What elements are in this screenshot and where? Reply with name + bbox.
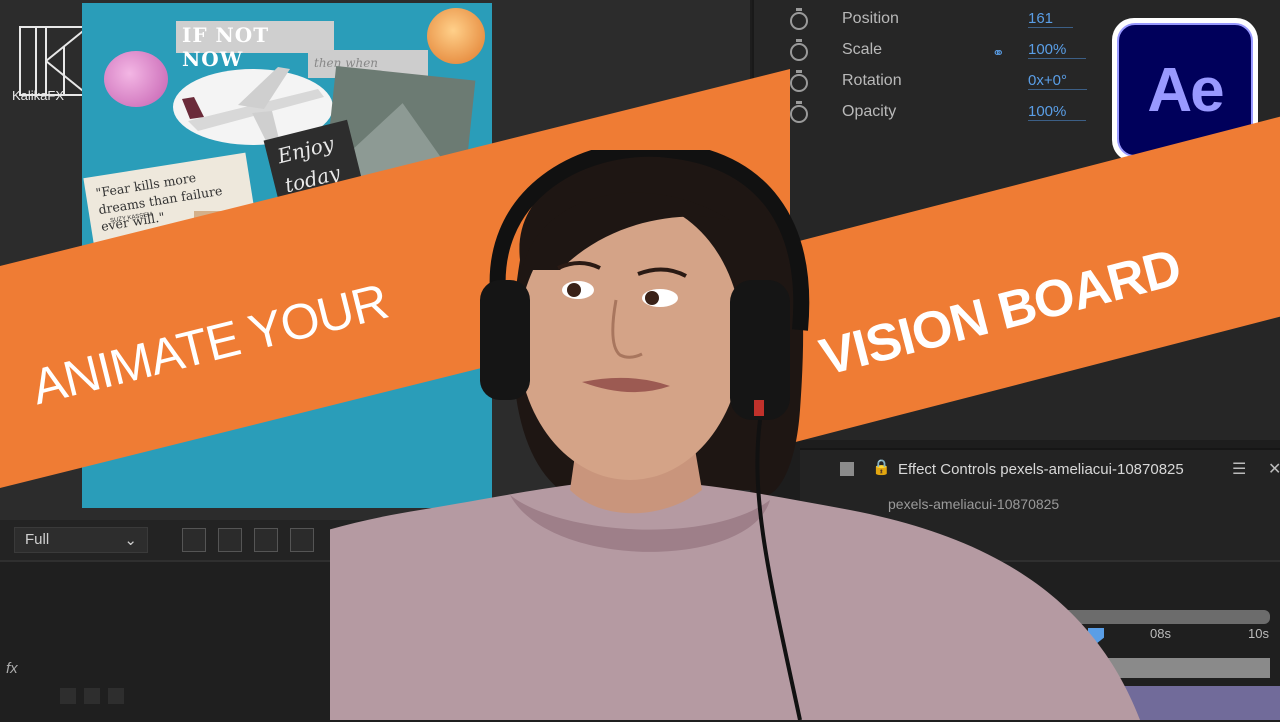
ruler-label: 08s: [1150, 626, 1171, 641]
panel-menu-icon[interactable]: ☰: [1232, 459, 1246, 479]
stopwatch-icon[interactable]: [790, 39, 808, 61]
presenter-photo: [330, 150, 1140, 720]
property-name: Position: [842, 10, 899, 27]
layer-switch[interactable]: [108, 688, 124, 704]
mask-path-button[interactable]: [254, 528, 278, 552]
fx-icon[interactable]: fx: [6, 660, 18, 677]
link-icon[interactable]: ⚭: [992, 44, 1005, 62]
layer-switch[interactable]: [60, 688, 76, 704]
resolution-dropdown[interactable]: Full ⌄: [14, 527, 148, 553]
property-name: Scale: [842, 41, 883, 58]
stopwatch-icon[interactable]: [790, 70, 808, 92]
resolution-value: Full: [25, 531, 50, 548]
property-value[interactable]: 161: [1028, 10, 1074, 28]
phrase-if-not-now: IF NOT NOW: [176, 21, 334, 71]
brand-name: KalikaFX: [12, 88, 65, 103]
close-icon[interactable]: ✕: [1268, 459, 1280, 479]
orchid-image: [104, 51, 168, 107]
layer-switch[interactable]: [84, 688, 100, 704]
property-value[interactable]: 100%: [1028, 41, 1087, 59]
region-of-interest-button[interactable]: [290, 528, 314, 552]
property-name: Rotation: [842, 72, 902, 89]
property-value[interactable]: 0x+0°: [1028, 72, 1087, 90]
transparency-grid-button[interactable]: [218, 528, 242, 552]
chevron-down-icon: ⌄: [124, 532, 137, 549]
ae-logo-text: Ae: [1147, 55, 1224, 125]
stopwatch-icon[interactable]: [790, 8, 808, 30]
fast-preview-button[interactable]: [182, 528, 206, 552]
property-name: Opacity: [842, 103, 897, 120]
stopwatch-icon[interactable]: [790, 101, 808, 123]
property-value[interactable]: 100%: [1028, 103, 1087, 121]
flower-image: [427, 8, 485, 64]
ruler-label: 10s: [1248, 626, 1269, 641]
